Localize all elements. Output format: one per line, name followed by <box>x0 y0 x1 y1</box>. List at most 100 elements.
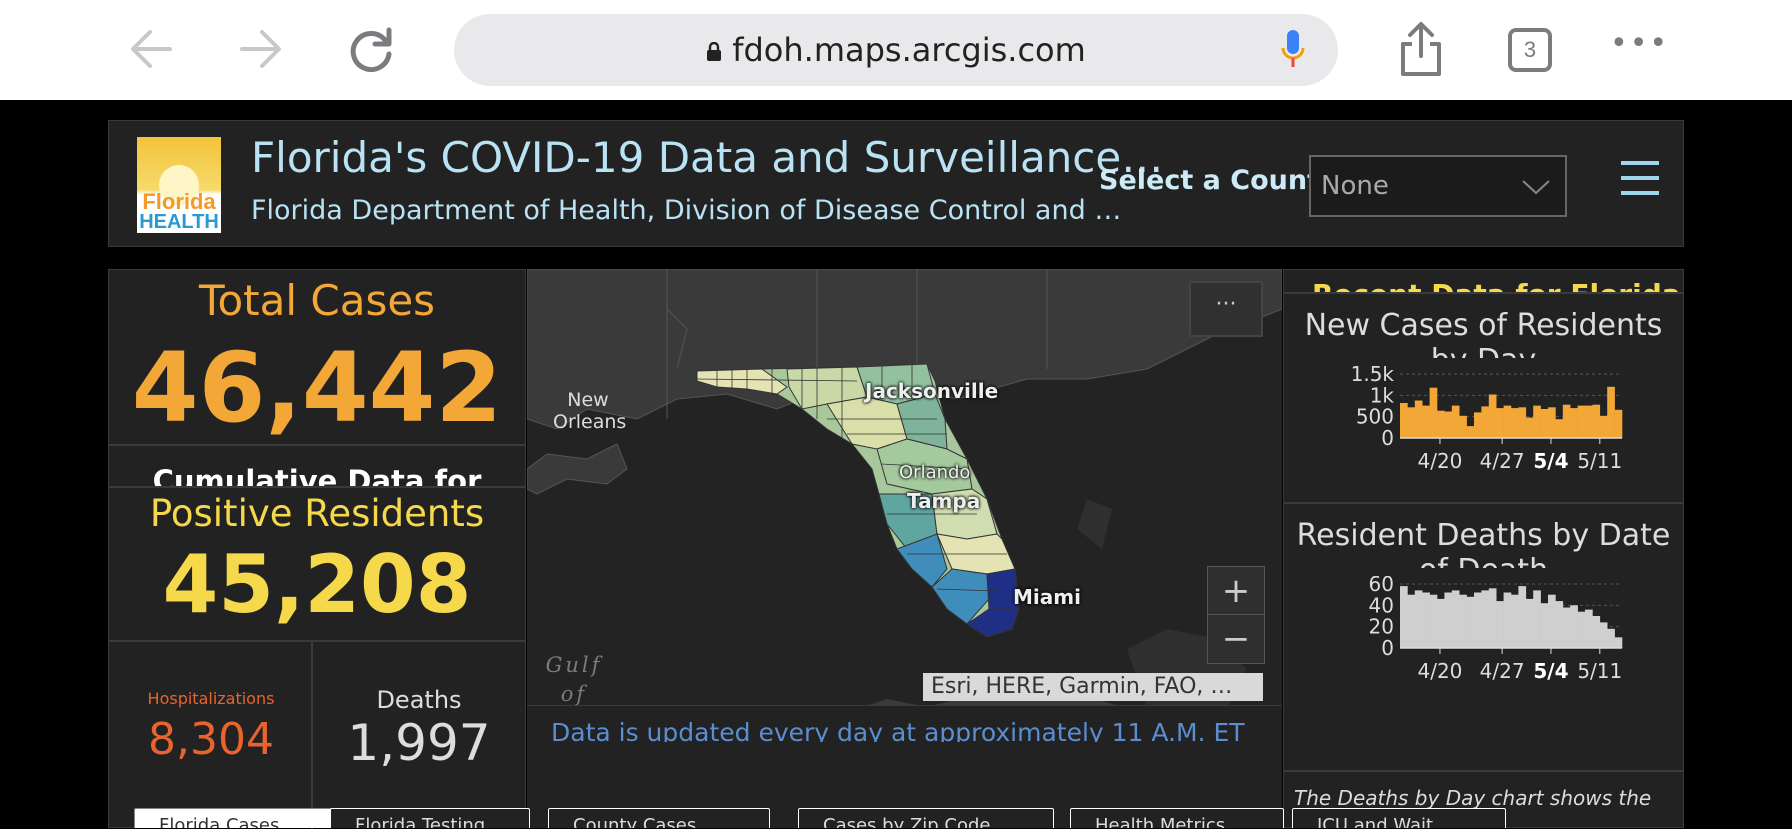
bar <box>1570 408 1578 438</box>
tab-icu-and-wait[interactable]: ICU and Wait <box>1292 808 1506 828</box>
bar <box>1577 611 1586 648</box>
map-panel[interactable]: New Orleans Jacksonville Orlando Tampa Mi… <box>527 269 1282 828</box>
cases-by-day-chart[interactable]: 1.5k1k50004/20 4/27 5/4 5/11 <box>1284 366 1683 496</box>
map-label-tampa: Tampa <box>907 489 981 513</box>
positive-residents-value: 45,208 <box>162 538 472 631</box>
bar <box>1533 590 1541 648</box>
bar <box>1488 588 1497 648</box>
map-label-new-orleans: New Orleans <box>553 389 627 433</box>
browser-toolbar: fdoh.maps.arcgis.com 3 ••• <box>0 0 1792 100</box>
bar <box>1481 406 1490 438</box>
forward-icon[interactable] <box>236 26 286 72</box>
county-dropdown[interactable]: None <box>1309 155 1567 217</box>
dashboard: Florida HEALTH Florida's COVID-19 Data a… <box>0 100 1792 829</box>
bar <box>1562 607 1571 648</box>
bar <box>1429 594 1438 648</box>
bar <box>1422 592 1430 648</box>
back-icon[interactable] <box>126 26 176 72</box>
bar <box>1407 594 1416 648</box>
bar <box>1540 603 1549 648</box>
bar <box>1607 628 1615 648</box>
tab-county-cases[interactable]: County Cases <box>548 808 770 828</box>
divider <box>109 444 525 446</box>
map-label-jacksonville: Jacksonville <box>865 379 999 403</box>
deaths-value: 1,997 <box>347 714 491 772</box>
microphone-icon[interactable] <box>1280 28 1306 70</box>
y-tick-label: 0 <box>1381 636 1394 660</box>
bar <box>1503 405 1512 438</box>
bar <box>1466 596 1475 648</box>
bar <box>1444 411 1453 438</box>
map-label-orlando: Orlando <box>899 462 971 483</box>
url-text: fdoh.maps.arcgis.com <box>732 31 1086 69</box>
bar <box>1592 616 1601 648</box>
share-icon[interactable] <box>1398 20 1444 78</box>
map-attribution[interactable]: Esri, HERE, Garmin, FAO, … <box>923 673 1263 701</box>
tab-florida-cases[interactable]: Florida Cases <box>134 808 336 828</box>
hospitalizations-label: Hospitalizations <box>147 689 275 708</box>
bar <box>1599 415 1608 438</box>
divider <box>109 486 525 488</box>
recent-data-heading: Recent Data for Florida <box>1284 270 1683 292</box>
bar <box>1607 386 1615 438</box>
bar <box>1555 601 1564 648</box>
divider <box>1284 770 1683 772</box>
bar <box>1437 598 1445 648</box>
positive-residents-label: Positive Residents <box>149 492 485 535</box>
x-tick-label: 5/4 <box>1533 449 1568 473</box>
bar <box>1533 405 1541 438</box>
x-tick-label: 4/20 <box>1417 449 1462 473</box>
map-more-options-button[interactable]: ··· <box>1189 281 1263 337</box>
address-bar[interactable]: fdoh.maps.arcgis.com <box>454 14 1338 86</box>
bar <box>1548 594 1556 648</box>
bar <box>1422 405 1430 438</box>
bar <box>1451 590 1460 648</box>
chevron-down-icon <box>1522 180 1550 195</box>
hospitalizations-value: 8,304 <box>148 714 274 765</box>
dashboard-tabs: Florida Cases Florida Testing County Cas… <box>108 808 1684 828</box>
bar <box>1503 592 1512 648</box>
bar <box>1400 586 1408 648</box>
county-map[interactable] <box>527 269 1282 709</box>
tab-health-metrics[interactable]: Health Metrics <box>1070 808 1284 828</box>
more-options-icon[interactable]: ••• <box>1610 26 1669 61</box>
bar <box>1577 405 1586 438</box>
bar <box>1585 405 1593 438</box>
bar <box>1540 409 1549 438</box>
bar <box>1496 408 1504 438</box>
bar <box>1614 409 1623 438</box>
tab-cases-by-zip-code[interactable]: Cases by Zip Code <box>798 808 1054 828</box>
x-tick-label: 4/27 <box>1480 659 1525 683</box>
bar <box>1451 405 1460 438</box>
bar <box>1481 590 1490 648</box>
zoom-in-button[interactable]: + <box>1208 567 1264 615</box>
bar <box>1525 598 1534 648</box>
tabs-button[interactable]: 3 <box>1508 28 1552 72</box>
divider <box>1284 292 1683 294</box>
bar <box>1437 410 1445 438</box>
cases-chart-title: New Cases of Residents by Day <box>1304 308 1663 358</box>
update-notice-text: Data is updated every day at approximate… <box>551 718 1245 742</box>
map-label-miami: Miami <box>1013 585 1081 609</box>
zoom-out-button[interactable]: − <box>1208 616 1264 664</box>
bar <box>1592 404 1601 438</box>
cumulative-label: Cumulative Data for <box>152 464 482 488</box>
bar <box>1466 426 1475 438</box>
tab-florida-testing[interactable]: Florida Testing <box>330 808 530 828</box>
bar <box>1414 590 1423 648</box>
bar <box>1407 407 1416 438</box>
hamburger-menu-icon[interactable] <box>1621 161 1659 197</box>
deaths-by-date-chart[interactable]: 60402004/20 4/27 5/4 5/11 <box>1284 576 1683 706</box>
bar <box>1511 594 1519 648</box>
bar <box>1488 394 1497 438</box>
x-tick-label: 5/4 <box>1533 659 1568 683</box>
lock-icon <box>706 15 722 61</box>
bar <box>1599 622 1608 648</box>
bar <box>1429 387 1438 438</box>
reload-icon[interactable] <box>347 26 397 72</box>
divider <box>1284 502 1683 504</box>
divider <box>109 640 525 642</box>
bar <box>1459 415 1467 438</box>
total-cases-label: Total Cases <box>198 276 436 325</box>
bar <box>1444 592 1453 648</box>
